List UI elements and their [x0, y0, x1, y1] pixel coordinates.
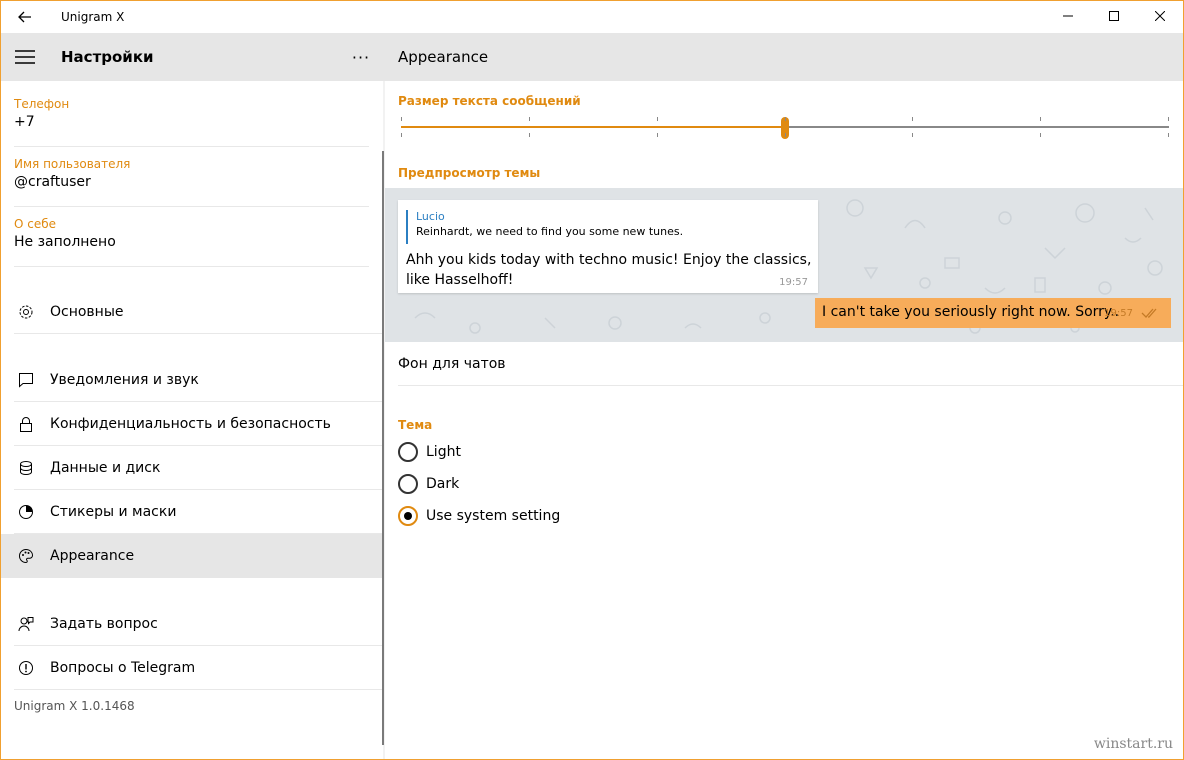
theme-section-label: Тема [398, 418, 433, 432]
nav-item-notifications[interactable]: Уведомления и звук [1, 358, 383, 402]
nav-item-data[interactable]: Данные и диск [1, 446, 383, 490]
info-icon [17, 659, 35, 677]
radio-button[interactable] [398, 442, 418, 462]
radio-button-selected[interactable] [398, 506, 418, 526]
nav-label: Основные [50, 304, 124, 320]
minimize-button[interactable] [1045, 1, 1091, 31]
nav-label: Конфиденциальность и безопасность [50, 416, 331, 432]
username-field[interactable]: Имя пользователя @craftuser [14, 157, 369, 207]
settings-pane: Настройки ··· Телефон +7 Имя пользовател… [1, 33, 385, 759]
phone-label: Телефон [14, 97, 70, 111]
nav-label: Вопросы о Telegram [50, 660, 196, 676]
palette-icon [17, 547, 35, 565]
settings-list: Телефон +7 Имя пользователя @craftuser О… [1, 81, 383, 759]
menu-button[interactable] [1, 33, 49, 81]
username-label: Имя пользователя [14, 157, 131, 171]
slider-tick [657, 117, 658, 121]
text-size-label: Размер текста сообщений [398, 94, 581, 108]
radio-label: Dark [426, 476, 460, 492]
more-dots-icon: ··· [351, 47, 371, 67]
nav-item-stickers[interactable]: Стикеры и маски [1, 490, 383, 534]
theme-option-dark[interactable]: Dark [398, 472, 459, 496]
incoming-message-text: Ahh you kids today with techno music! En… [406, 252, 812, 288]
settings-scrollbar[interactable] [382, 151, 384, 745]
hamburger-icon [15, 50, 35, 64]
nav-label: Appearance [50, 548, 135, 564]
username-value: @craftuser [14, 174, 91, 190]
about-value: Не заполнено [14, 234, 116, 250]
theme-option-light[interactable]: Light [398, 440, 461, 464]
appearance-title: Appearance [398, 48, 489, 66]
nav-label: Данные и диск [50, 460, 161, 476]
slider-fill [401, 126, 785, 128]
close-icon [1155, 11, 1165, 21]
nav-item-privacy[interactable]: Конфиденциальность и безопасность [1, 402, 383, 446]
lock-icon [17, 415, 35, 433]
phone-value: +7 [14, 114, 35, 130]
chat-bubble-icon [17, 371, 35, 389]
incoming-message: Lucio Reinhardt, we need to find you som… [398, 200, 818, 293]
about-label: О себе [14, 217, 57, 231]
slider-tick [912, 133, 913, 137]
app-version: Unigram X 1.0.1468 [14, 699, 135, 713]
theme-option-system[interactable]: Use system setting [398, 504, 560, 528]
nav-label: Стикеры и маски [50, 504, 177, 520]
pie-icon [17, 503, 35, 521]
incoming-message-time: 19:57 [779, 277, 808, 288]
slider-tick [657, 133, 658, 137]
watermark: winstart.ru [1093, 736, 1173, 752]
slider-tick [529, 117, 530, 121]
back-arrow-icon [18, 11, 31, 23]
outgoing-message-time: 19:57 [1104, 308, 1133, 319]
title-bar: Unigram X [1, 1, 1183, 33]
appearance-header: Appearance [385, 33, 1183, 81]
nav-label: Задать вопрос [50, 616, 158, 632]
slider-tick [1040, 117, 1041, 121]
slider-tick [529, 133, 530, 137]
settings-header: Настройки ··· [1, 33, 385, 81]
nav-item-ask-question[interactable]: Задать вопрос [1, 602, 383, 646]
slider-tick [1168, 133, 1169, 137]
nav-item-telegram-faq[interactable]: Вопросы о Telegram [1, 646, 383, 690]
close-button[interactable] [1137, 1, 1183, 31]
slider-tick [1040, 133, 1041, 137]
text-size-slider[interactable] [401, 117, 1169, 139]
nav-item-appearance[interactable]: Appearance [1, 534, 383, 578]
radio-button[interactable] [398, 474, 418, 494]
maximize-button[interactable] [1091, 1, 1137, 31]
radio-label: Light [426, 444, 461, 460]
reply-text: Reinhardt, we need to find you some new … [416, 225, 684, 238]
back-button[interactable] [1, 1, 49, 33]
slider-tick [1168, 117, 1169, 121]
nav-label: Уведомления и звук [50, 372, 199, 388]
minimize-icon [1063, 15, 1073, 17]
radio-label: Use system setting [426, 508, 561, 524]
more-options-button[interactable]: ··· [343, 39, 379, 75]
slider-tick [401, 133, 402, 137]
ask-question-icon [17, 615, 35, 633]
gear-icon [17, 303, 35, 321]
slider-tick [401, 117, 402, 121]
outgoing-message-text: I can't take you seriously right now. So… [822, 304, 1120, 320]
double-check-icon [1141, 308, 1157, 318]
nav-item-general[interactable]: Основные [1, 290, 383, 334]
window-title: Unigram X [61, 10, 125, 24]
chat-background-item[interactable]: Фон для чатов [398, 342, 1183, 386]
app-window: Unigram X Настройки ··· Телефон +7 Имя п… [0, 0, 1184, 760]
reply-author: Lucio [416, 210, 445, 223]
about-field[interactable]: О себе Не заполнено [14, 217, 369, 267]
maximize-icon [1109, 11, 1119, 21]
appearance-pane: Appearance Размер текста сообщений Предп… [385, 33, 1183, 759]
slider-tick [912, 117, 913, 121]
settings-title: Настройки [61, 48, 154, 66]
outgoing-message: I can't take you seriously right now. So… [815, 298, 1171, 328]
theme-preview-label: Предпросмотр темы [398, 166, 541, 180]
slider-tick [785, 117, 786, 121]
theme-preview: Lucio Reinhardt, we need to find you som… [385, 188, 1183, 342]
slider-tick [785, 133, 786, 137]
reply-quote: Lucio Reinhardt, we need to find you som… [406, 210, 683, 244]
database-icon [17, 459, 35, 477]
phone-field[interactable]: Телефон +7 [14, 97, 369, 147]
